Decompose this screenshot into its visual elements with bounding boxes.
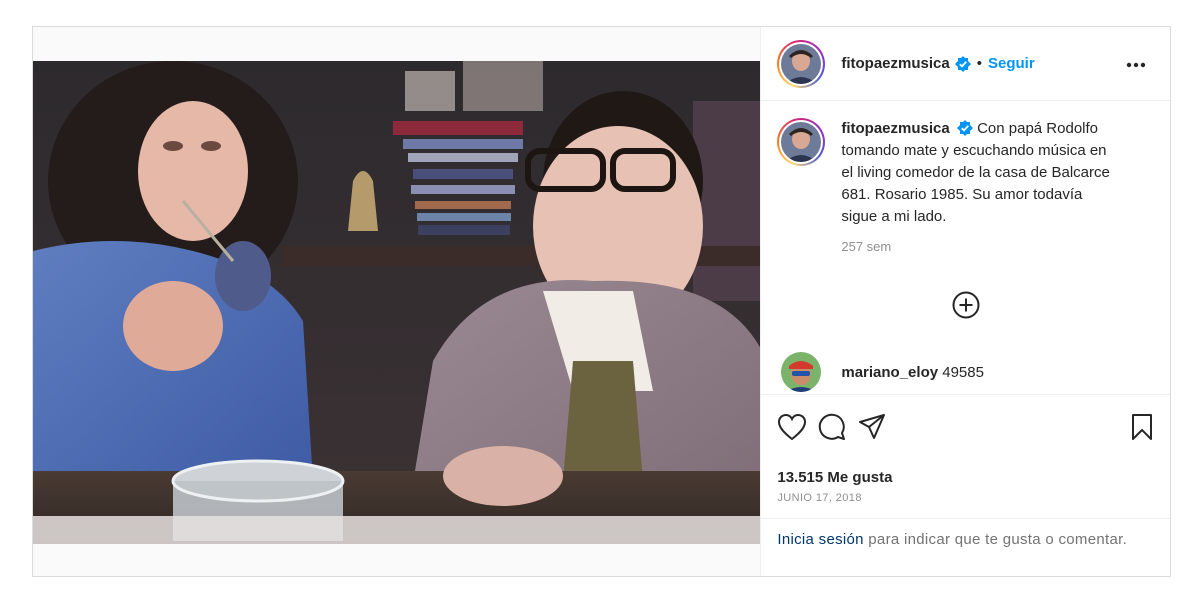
avatar-image bbox=[781, 352, 822, 392]
comment-icon[interactable] bbox=[817, 412, 847, 442]
save-button[interactable] bbox=[1114, 407, 1154, 447]
comment-item: mariano_eloy 49585 bbox=[777, 352, 1154, 392]
post-header: fitopaezmusica • Seguir bbox=[761, 27, 1170, 101]
heart-icon[interactable] bbox=[777, 413, 807, 441]
bookmark-icon[interactable] bbox=[1130, 413, 1154, 441]
post-actions: 13.515 Me gusta JUNIO 17, 2018 bbox=[761, 394, 1170, 518]
post-container: fitopaezmusica • Seguir fitopaezmusica C… bbox=[32, 26, 1171, 577]
post-username[interactable]: fitopaezmusica bbox=[841, 55, 949, 72]
login-prompt-text: para indicar que te gusta o comentar. bbox=[868, 531, 1128, 548]
comment-body: 49585 bbox=[942, 363, 984, 381]
post-media bbox=[33, 27, 762, 576]
more-horizontal-icon[interactable] bbox=[1124, 53, 1148, 77]
comment-text: mariano_eloy 49585 bbox=[841, 364, 984, 381]
post-photo[interactable] bbox=[33, 61, 761, 544]
caption-row: fitopaezmusica Con papá Rodolfo tomando … bbox=[777, 118, 1154, 258]
login-link[interactable]: Inicia sesión bbox=[777, 531, 863, 548]
comment-avatar[interactable] bbox=[781, 352, 822, 392]
comment-username[interactable]: mariano_eloy bbox=[841, 364, 938, 381]
share-button[interactable] bbox=[857, 407, 897, 447]
likes-count[interactable]: 13.515 Me gusta bbox=[777, 469, 1154, 486]
caption-avatar[interactable] bbox=[777, 118, 826, 166]
caption-timestamp[interactable]: 257 sem bbox=[841, 236, 1111, 258]
like-button[interactable] bbox=[777, 407, 817, 447]
post-date: JUNIO 17, 2018 bbox=[777, 492, 862, 504]
load-more-comments-button[interactable] bbox=[777, 290, 1154, 320]
profile-avatar[interactable] bbox=[777, 39, 826, 88]
post-sidebar: fitopaezmusica • Seguir fitopaezmusica C… bbox=[761, 27, 1170, 576]
verified-badge-icon bbox=[956, 119, 973, 136]
avatar-image bbox=[781, 43, 822, 84]
plus-circle-icon[interactable] bbox=[951, 290, 981, 320]
verified-badge-icon bbox=[954, 55, 971, 72]
caption-body: fitopaezmusica Con papá Rodolfo tomando … bbox=[841, 118, 1111, 258]
caption-username[interactable]: fitopaezmusica bbox=[841, 120, 949, 137]
follow-button[interactable]: Seguir bbox=[988, 55, 1035, 72]
action-icons bbox=[777, 407, 1154, 447]
comment-button[interactable] bbox=[817, 407, 857, 447]
comments-section[interactable]: fitopaezmusica Con papá Rodolfo tomando … bbox=[761, 102, 1170, 394]
send-icon[interactable] bbox=[857, 412, 887, 442]
login-prompt: Inicia sesión para indicar que te gusta … bbox=[761, 518, 1170, 561]
header-separator: • bbox=[976, 55, 982, 72]
avatar-image bbox=[781, 122, 822, 162]
